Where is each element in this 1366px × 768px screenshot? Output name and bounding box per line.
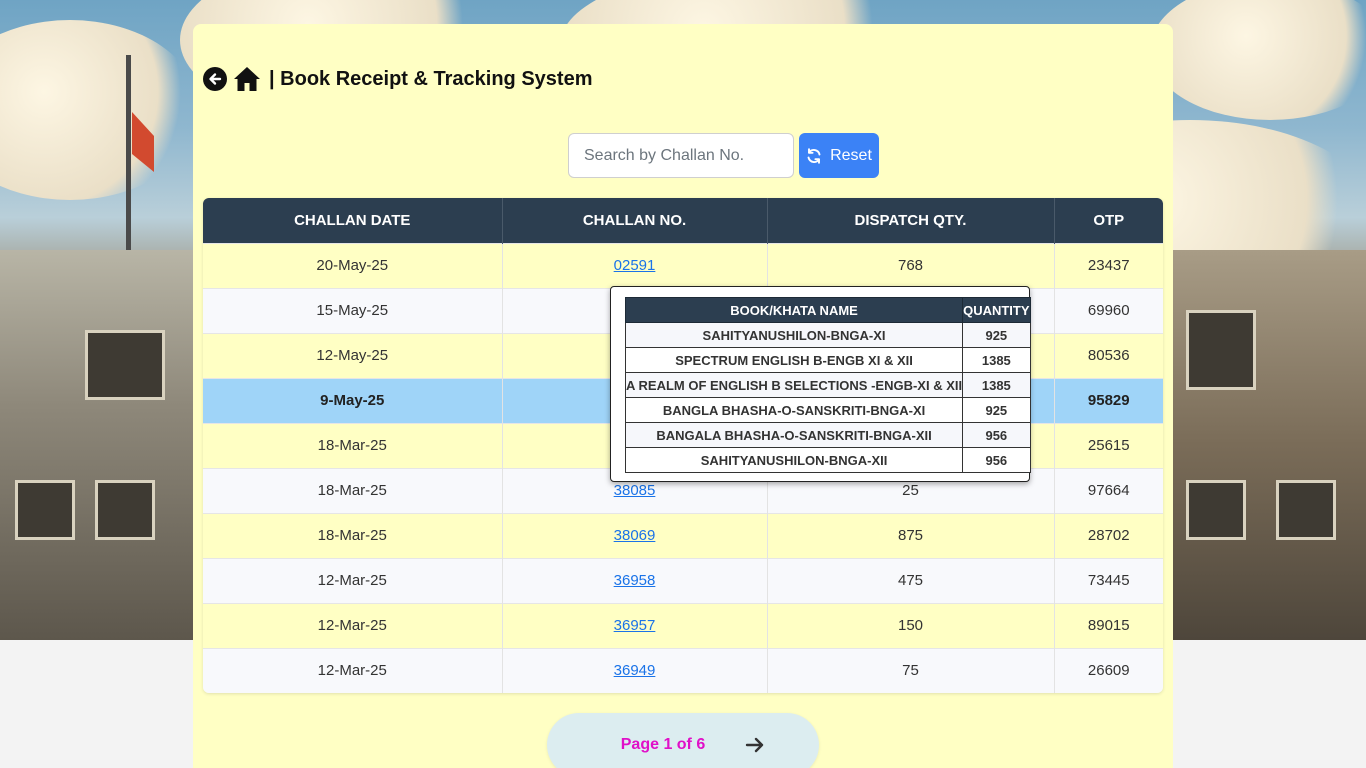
table-header-row: CHALLAN DATE CHALLAN NO. DISPATCH QTY. O… bbox=[203, 198, 1163, 243]
refresh-icon bbox=[807, 147, 821, 164]
book-name: BANGLA BHASHA-O-SANSKRITI-BNGA-XI bbox=[624, 397, 964, 423]
book-qty: 925 bbox=[962, 397, 1031, 423]
challan-link[interactable]: 38085 bbox=[614, 482, 656, 499]
cell-otp: 89015 bbox=[1054, 602, 1163, 648]
challan-link[interactable]: 02591 bbox=[614, 257, 656, 274]
cell-date: 12-Mar-25 bbox=[203, 647, 503, 693]
col-challan-date[interactable]: CHALLAN DATE bbox=[203, 198, 503, 243]
cell-qty: 768 bbox=[767, 242, 1055, 288]
tooltip-row: SPECTRUM ENGLISH B-ENGB XI & XII 1385 bbox=[624, 347, 1031, 373]
tooltip-row: SAHITYANUSHILON-BNGA-XII 956 bbox=[624, 447, 1031, 473]
tooltip-row: A REALM OF ENGLISH B SELECTIONS -ENGB-XI… bbox=[624, 372, 1031, 398]
book-qty: 925 bbox=[962, 322, 1031, 348]
book-name: SPECTRUM ENGLISH B-ENGB XI & XII bbox=[624, 347, 964, 373]
search-input[interactable] bbox=[568, 133, 794, 178]
col-quantity: QUANTITY bbox=[962, 297, 1031, 323]
cell-otp: 95829 bbox=[1054, 377, 1163, 423]
cell-otp: 80536 bbox=[1054, 332, 1163, 378]
table-row[interactable]: 12-Mar-25 36958 475 73445 bbox=[203, 557, 1163, 603]
col-dispatch-qty[interactable]: DISPATCH QTY. bbox=[767, 198, 1055, 243]
cell-date: 12-Mar-25 bbox=[203, 557, 503, 603]
tooltip-header-row: BOOK/KHATA NAME QUANTITY bbox=[624, 297, 1031, 323]
cell-qty: 150 bbox=[767, 602, 1055, 648]
book-name: BANGALA BHASHA-O-SANSKRITI-BNGA-XII bbox=[624, 422, 964, 448]
book-details-tooltip: BOOK/KHATA NAME QUANTITY SAHITYANUSHILON… bbox=[610, 286, 1031, 482]
book-name: SAHITYANUSHILON-BNGA-XI bbox=[624, 322, 964, 348]
cell-date: 15-May-25 bbox=[203, 287, 503, 333]
cell-otp: 97664 bbox=[1054, 467, 1163, 513]
cell-otp: 26609 bbox=[1054, 647, 1163, 693]
table-row[interactable]: 20-May-25 02591 768 23437 bbox=[203, 242, 1163, 288]
book-qty: 956 bbox=[962, 422, 1031, 448]
cell-date: 9-May-25 bbox=[203, 377, 503, 423]
page-title: | Book Receipt & Tracking System bbox=[269, 67, 593, 90]
cell-date: 18-Mar-25 bbox=[203, 512, 503, 558]
cell-otp: 28702 bbox=[1054, 512, 1163, 558]
book-qty: 1385 bbox=[962, 372, 1031, 398]
cell-date: 18-Mar-25 bbox=[203, 422, 503, 468]
cell-otp: 73445 bbox=[1054, 557, 1163, 603]
cell-date: 20-May-25 bbox=[203, 242, 503, 288]
col-challan-no[interactable]: CHALLAN NO. bbox=[502, 198, 768, 243]
reset-button[interactable]: Reset bbox=[799, 133, 879, 178]
search-bar: Reset bbox=[568, 133, 879, 178]
cell-qty: 475 bbox=[767, 557, 1055, 603]
page-header: | Book Receipt & Tracking System bbox=[203, 64, 592, 94]
pagination: Page 1 of 6 bbox=[547, 713, 819, 768]
arrow-left-circle-icon[interactable] bbox=[203, 67, 227, 91]
arrow-right-icon[interactable] bbox=[745, 736, 765, 754]
col-otp[interactable]: OTP bbox=[1054, 198, 1163, 243]
table-row[interactable]: 18-Mar-25 38069 875 28702 bbox=[203, 512, 1163, 558]
challan-link[interactable]: 36957 bbox=[614, 617, 656, 634]
book-name: A REALM OF ENGLISH B SELECTIONS -ENGB-XI… bbox=[624, 372, 964, 398]
book-name: SAHITYANUSHILON-BNGA-XII bbox=[624, 447, 964, 473]
tooltip-row: BANGALA BHASHA-O-SANSKRITI-BNGA-XII 956 bbox=[624, 422, 1031, 448]
challan-link[interactable]: 36949 bbox=[614, 662, 656, 679]
cell-qty: 75 bbox=[767, 647, 1055, 693]
table-row[interactable]: 12-Mar-25 36957 150 89015 bbox=[203, 602, 1163, 648]
book-details-table: BOOK/KHATA NAME QUANTITY SAHITYANUSHILON… bbox=[624, 297, 1031, 473]
tooltip-row: BANGLA BHASHA-O-SANSKRITI-BNGA-XI 925 bbox=[624, 397, 1031, 423]
cell-qty: 875 bbox=[767, 512, 1055, 558]
reset-label: Reset bbox=[830, 146, 872, 164]
page-indicator: Page 1 of 6 bbox=[620, 736, 706, 753]
tooltip-row: SAHITYANUSHILON-BNGA-XI 925 bbox=[624, 322, 1031, 348]
cell-date: 12-Mar-25 bbox=[203, 602, 503, 648]
cell-otp: 23437 bbox=[1054, 242, 1163, 288]
book-qty: 956 bbox=[962, 447, 1031, 473]
cell-otp: 69960 bbox=[1054, 287, 1163, 333]
challan-link[interactable]: 38069 bbox=[614, 527, 656, 544]
cell-date: 18-Mar-25 bbox=[203, 467, 503, 513]
cell-otp: 25615 bbox=[1054, 422, 1163, 468]
col-book-name: BOOK/KHATA NAME bbox=[624, 297, 964, 323]
challan-link[interactable]: 36958 bbox=[614, 572, 656, 589]
cell-date: 12-May-25 bbox=[203, 332, 503, 378]
home-icon[interactable] bbox=[233, 66, 261, 92]
book-qty: 1385 bbox=[962, 347, 1031, 373]
table-row[interactable]: 12-Mar-25 36949 75 26609 bbox=[203, 647, 1163, 693]
